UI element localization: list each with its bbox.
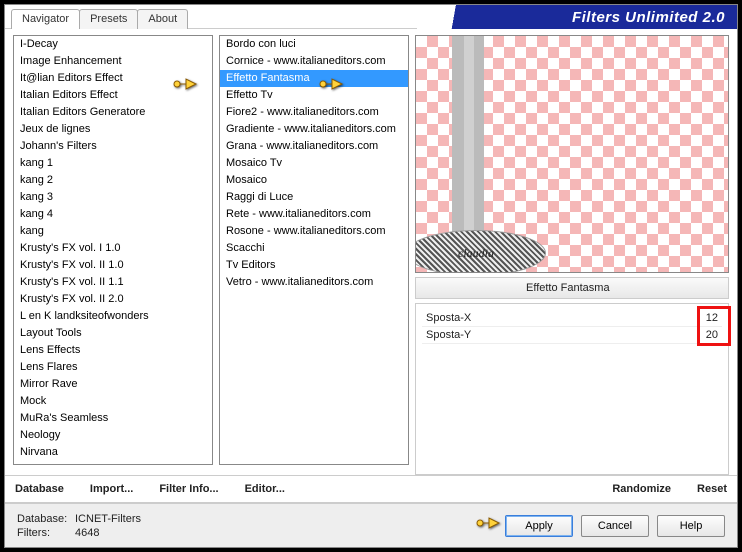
- mid-toolbar: Database Import... Filter Info... Editor…: [5, 475, 737, 503]
- cancel-button[interactable]: Cancel: [581, 515, 649, 537]
- list-item[interactable]: MuRa's Seamless: [14, 410, 212, 427]
- titlebar: NavigatorPresetsAbout Filters Unlimited …: [5, 5, 737, 29]
- param-row[interactable]: Sposta-X 12: [422, 310, 722, 327]
- right-pane: claudia Effetto Fantasma Sposta-X12Spost…: [415, 35, 729, 475]
- footer-info: Database:ICNET-Filters Filters:4648: [17, 512, 141, 540]
- list-item[interactable]: Lens Flares: [14, 359, 212, 376]
- list-item[interactable]: Mosaico: [220, 172, 408, 189]
- category-list[interactable]: I-DecayImage EnhancementIt@lian Editors …: [13, 35, 213, 465]
- filters-value: 4648: [75, 527, 99, 539]
- list-item[interactable]: Jeux de lignes: [14, 121, 212, 138]
- editor-button[interactable]: Editor...: [245, 483, 285, 495]
- tabs: NavigatorPresetsAbout: [11, 9, 187, 29]
- list-item[interactable]: Scacchi: [220, 240, 408, 257]
- list-item[interactable]: Effetto Tv: [220, 87, 408, 104]
- list-item[interactable]: kang 3: [14, 189, 212, 206]
- preview-canvas: claudia: [415, 35, 729, 273]
- apply-wrap: Apply: [505, 515, 573, 537]
- list-item[interactable]: Rete - www.italianeditors.com: [220, 206, 408, 223]
- database-button[interactable]: Database: [15, 483, 64, 495]
- list-item[interactable]: Krusty's FX vol. II 1.1: [14, 274, 212, 291]
- list-item[interactable]: Effetto Fantasma: [220, 70, 408, 87]
- content-area: I-DecayImage EnhancementIt@lian Editors …: [5, 29, 737, 475]
- app-window: NavigatorPresetsAbout Filters Unlimited …: [4, 4, 738, 548]
- list-item[interactable]: kang 1: [14, 155, 212, 172]
- list-item[interactable]: Rosone - www.italianeditors.com: [220, 223, 408, 240]
- list-item[interactable]: Krusty's FX vol. II 2.0: [14, 291, 212, 308]
- list-item[interactable]: Neology: [14, 427, 212, 444]
- randomize-button[interactable]: Randomize: [612, 483, 671, 495]
- db-value: ICNET-Filters: [75, 513, 141, 525]
- import-button[interactable]: Import...: [90, 483, 133, 495]
- main: I-DecayImage EnhancementIt@lian Editors …: [5, 29, 737, 547]
- list-item[interactable]: Grana - www.italianeditors.com: [220, 138, 408, 155]
- footer: Database:ICNET-Filters Filters:4648 Appl…: [5, 503, 737, 547]
- list-item[interactable]: Mock: [14, 393, 212, 410]
- list-item[interactable]: L en K landksiteofwonders: [14, 308, 212, 325]
- list-item[interactable]: Gradiente - www.italianeditors.com: [220, 121, 408, 138]
- list-item[interactable]: kang: [14, 223, 212, 240]
- list-item[interactable]: I-Decay: [14, 36, 212, 53]
- tab-about[interactable]: About: [137, 9, 188, 29]
- list-item[interactable]: Vetro - www.italianeditors.com: [220, 274, 408, 291]
- tab-presets[interactable]: Presets: [79, 9, 138, 29]
- list-item[interactable]: Fiore2 - www.italianeditors.com: [220, 104, 408, 121]
- tab-navigator[interactable]: Navigator: [11, 9, 80, 29]
- filters-label: Filters:: [17, 526, 75, 540]
- parameter-panel: Sposta-X 12 Sposta-Y 20: [415, 303, 729, 475]
- filter-list[interactable]: Bordo con luciCornice - www.italianedito…: [219, 35, 409, 465]
- list-item[interactable]: Mirror Rave: [14, 376, 212, 393]
- param-row[interactable]: Sposta-Y 20: [422, 327, 722, 344]
- param-name: Sposta-X: [426, 312, 471, 324]
- list-item[interactable]: Krusty's FX vol. II 1.0: [14, 257, 212, 274]
- param-value[interactable]: 20: [706, 329, 718, 341]
- list-item[interactable]: Johann's Filters: [14, 138, 212, 155]
- list-item[interactable]: Italian Editors Generatore: [14, 104, 212, 121]
- watermark: claudia: [415, 230, 546, 273]
- list-item[interactable]: kang 2: [14, 172, 212, 189]
- list-item[interactable]: Nirvana: [14, 444, 212, 461]
- apply-button[interactable]: Apply: [505, 515, 573, 537]
- app-title: Filters Unlimited 2.0: [417, 5, 737, 29]
- list-item[interactable]: kang 4: [14, 206, 212, 223]
- effect-name-bar: Effetto Fantasma: [415, 277, 729, 299]
- list-item[interactable]: Layout Tools: [14, 325, 212, 342]
- param-value[interactable]: 12: [706, 312, 718, 324]
- pointer-hand-icon: [172, 75, 198, 93]
- list-item[interactable]: Krusty's FX vol. I 1.0: [14, 240, 212, 257]
- reset-button[interactable]: Reset: [697, 483, 727, 495]
- list-item[interactable]: Lens Effects: [14, 342, 212, 359]
- list-item[interactable]: Raggi di Luce: [220, 189, 408, 206]
- help-button[interactable]: Help: [657, 515, 725, 537]
- list-item[interactable]: Mosaico Tv: [220, 155, 408, 172]
- filter-info-button[interactable]: Filter Info...: [159, 483, 218, 495]
- pointer-hand-icon: [318, 75, 344, 93]
- list-item[interactable]: Bordo con luci: [220, 36, 408, 53]
- list-item[interactable]: Tv Editors: [220, 257, 408, 274]
- list-item[interactable]: Cornice - www.italianeditors.com: [220, 53, 408, 70]
- param-name: Sposta-Y: [426, 329, 471, 341]
- pointer-hand-icon: [475, 514, 501, 532]
- list-item[interactable]: Image Enhancement: [14, 53, 212, 70]
- db-label: Database:: [17, 512, 75, 526]
